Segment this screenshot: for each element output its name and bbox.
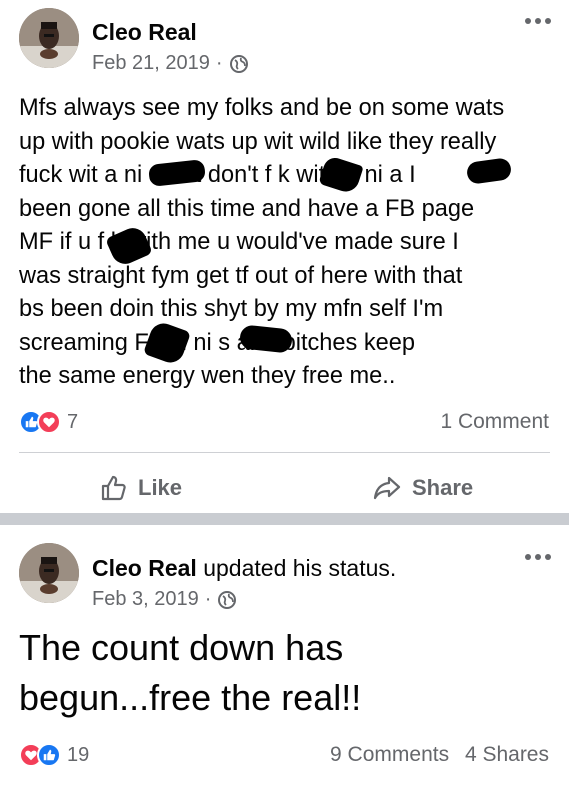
- post-text-line: Mfs always see my folks and be on some w…: [19, 95, 505, 121]
- reaction-summary[interactable]: 19: [19, 743, 89, 767]
- comments-link[interactable]: 9 Comments: [330, 743, 449, 766]
- profile-photo-icon: [19, 543, 79, 603]
- post-date[interactable]: Feb 21, 2019: [92, 52, 210, 75]
- post-author-line: Cleo Real updated his status.: [92, 555, 396, 582]
- like-button-label: Like: [138, 475, 183, 500]
- love-icon: [37, 410, 61, 434]
- post-meta: Feb 3, 2019 ·: [92, 588, 237, 611]
- meta-separator: ·: [215, 52, 223, 74]
- post-text-line: been gone all this time and have a FB pa…: [19, 195, 475, 222]
- globe-icon: [229, 54, 249, 74]
- feed-separator: [0, 513, 569, 525]
- meta-separator: ·: [204, 588, 212, 610]
- post-text-line: up with pookie wats up wit wild like the…: [19, 128, 497, 155]
- post-text-line: was straight fym get tf out of here with…: [19, 262, 463, 289]
- reaction-count: 7: [67, 410, 79, 433]
- post-card: Cleo Real Feb 21, 2019 · Mfs always see …: [0, 0, 569, 513]
- avatar[interactable]: [19, 8, 79, 68]
- reaction-summary[interactable]: 7: [19, 410, 78, 434]
- comment-count[interactable]: 1 Comment: [440, 410, 549, 434]
- post-text-line: MF if u f k with me u would've made sure…: [19, 229, 459, 255]
- comments-link[interactable]: 1 Comment: [440, 410, 549, 433]
- post-author[interactable]: Cleo Real: [92, 19, 197, 46]
- more-options-icon[interactable]: [525, 552, 551, 562]
- post-author[interactable]: Cleo Real: [92, 555, 197, 581]
- shares-link[interactable]: 4 Shares: [465, 743, 549, 766]
- share-arrow-icon: [373, 476, 401, 500]
- reaction-count: 19: [67, 743, 90, 766]
- share-button[interactable]: Share: [372, 474, 473, 502]
- post-activity: updated his status.: [203, 555, 397, 581]
- post-date[interactable]: Feb 3, 2019: [92, 588, 199, 611]
- status-text-line: begun...free the real!!: [19, 677, 362, 718]
- engagement-counts: 9 Comments 4 Shares: [330, 743, 549, 767]
- like-icon: [37, 743, 61, 767]
- thumbs-up-icon: [101, 475, 126, 501]
- globe-icon: [217, 590, 237, 610]
- like-button[interactable]: Like: [100, 474, 182, 502]
- status-text-line: The count down has: [19, 627, 344, 668]
- post-text-line: the same energy wen they free me..: [19, 363, 396, 389]
- post-text-line: bs been doin this shyt by my mfn self I'…: [19, 296, 444, 322]
- more-options-icon[interactable]: [525, 16, 551, 26]
- status-text: The count down has begun...free the real…: [19, 623, 554, 723]
- post-meta: Feb 21, 2019 ·: [92, 52, 249, 75]
- divider: [19, 452, 550, 453]
- post-card: Cleo Real updated his status. Feb 3, 201…: [0, 525, 569, 800]
- share-button-label: Share: [412, 475, 474, 500]
- avatar[interactable]: [19, 543, 79, 603]
- profile-photo-icon: [19, 8, 79, 68]
